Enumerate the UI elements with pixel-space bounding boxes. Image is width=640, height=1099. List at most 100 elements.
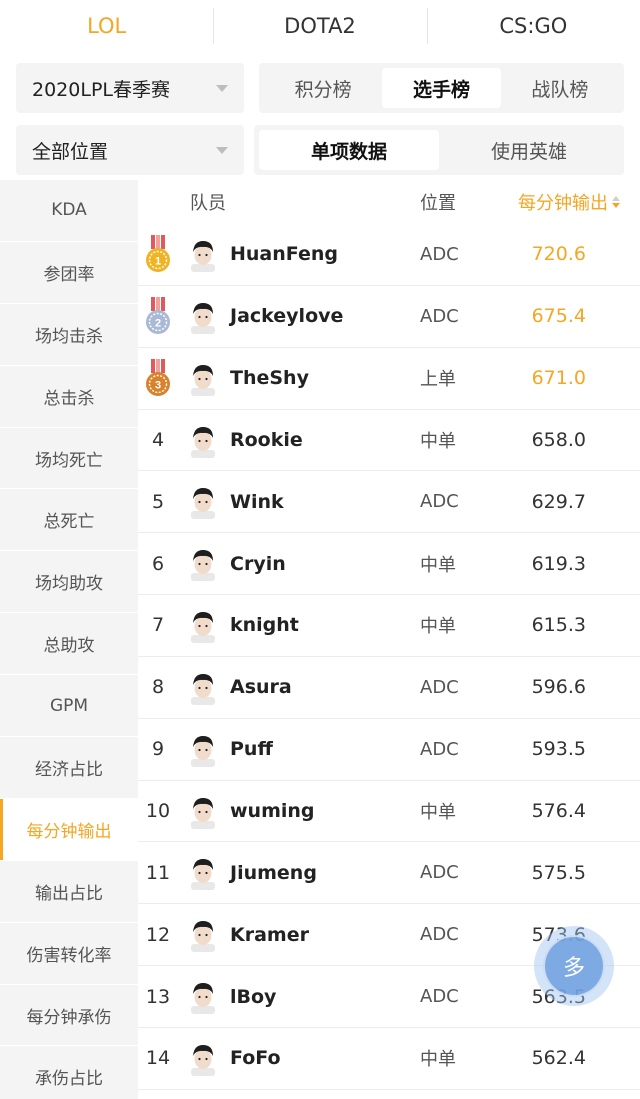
sort-icon: [612, 195, 620, 209]
damage-per-minute-value: 671.0: [531, 367, 586, 390]
tab-players[interactable]: 选手榜: [382, 68, 501, 108]
tab-teams[interactable]: 战队榜: [501, 68, 619, 108]
rank-number: 12: [145, 923, 171, 946]
damage-per-minute-value: 615.3: [531, 614, 586, 637]
side-menu-item[interactable]: 场均死亡: [0, 428, 138, 490]
rank-number: 9: [151, 738, 165, 761]
side-menu-item[interactable]: 每分钟承伤: [0, 985, 138, 1047]
more-floating-button-inner: 多: [543, 935, 605, 997]
side-menu-item[interactable]: GPM: [0, 675, 138, 738]
player-avatar: [188, 980, 218, 1015]
tab-csgo[interactable]: CS:GO: [426, 0, 640, 52]
side-menu-item[interactable]: 参团率: [0, 242, 138, 304]
svg-text:3: 3: [155, 379, 161, 391]
table-row[interactable]: 2 Jackeylove ADC 675.4: [138, 286, 640, 348]
side-menu-item[interactable]: 每分钟输出: [0, 798, 138, 861]
table-row[interactable]: 5 Wink ADC 629.7: [138, 471, 640, 534]
player-position: 中单: [420, 616, 456, 638]
table-row[interactable]: 14 FoFo 中单 562.4: [138, 1028, 640, 1090]
player-name: Puff: [230, 738, 273, 761]
player-position: ADC: [420, 243, 459, 265]
player-position: 中单: [420, 430, 456, 452]
header-player: 队员: [190, 193, 226, 214]
side-menu-item[interactable]: KDA: [0, 180, 138, 242]
player-avatar: [188, 918, 218, 953]
player-name: lBoy: [230, 985, 277, 1008]
player-avatar: [188, 733, 218, 767]
table-row[interactable]: 6 Cryin 中单 619.3: [138, 533, 640, 596]
bronze-medal-icon: 3: [144, 358, 172, 398]
player-name: knight: [230, 614, 299, 637]
player-position: ADC: [420, 676, 459, 698]
silver-medal-icon: 2: [144, 296, 172, 336]
damage-per-minute-value: 658.0: [531, 428, 586, 451]
more-floating-button[interactable]: 多: [534, 926, 614, 1006]
player-name: Jiumeng: [230, 861, 317, 884]
damage-per-minute-value: 629.7: [531, 490, 586, 513]
data-tabs: 单项数据 使用英雄: [254, 125, 624, 175]
rank-number: 13: [145, 985, 171, 1008]
player-avatar: [188, 485, 218, 520]
side-menu-item[interactable]: 总击杀: [0, 366, 138, 428]
player-position: ADC: [420, 862, 459, 884]
table-row[interactable]: 10 wuming 中单 576.4: [138, 781, 640, 843]
damage-per-minute-value: 562.4: [531, 1047, 586, 1070]
player-name: FoFo: [230, 1047, 281, 1070]
svg-text:1: 1: [155, 256, 161, 268]
tab-lol[interactable]: LOL: [0, 0, 213, 52]
player-avatar: [188, 300, 218, 334]
player-avatar: [188, 795, 218, 829]
player-position: 中单: [420, 802, 456, 824]
player-avatar: [188, 1042, 218, 1076]
rank-number: 7: [151, 614, 165, 637]
player-position: 中单: [420, 1049, 456, 1071]
rank-number: 14: [145, 1047, 171, 1070]
tab-single-stats[interactable]: 单项数据: [259, 130, 439, 170]
position-select-value: 全部位置: [32, 140, 109, 163]
damage-per-minute-value: 575.5: [531, 861, 586, 884]
table-row[interactable]: 11 Jiumeng ADC 575.5: [138, 842, 640, 905]
player-name: TheShy: [230, 367, 309, 390]
side-menu-item[interactable]: 总助攻: [0, 613, 138, 676]
tab-standings[interactable]: 积分榜: [264, 68, 382, 108]
damage-per-minute-value: 675.4: [531, 305, 586, 328]
season-select[interactable]: 2020LPL春季赛: [16, 63, 244, 113]
player-name: Asura: [230, 676, 292, 699]
player-position: ADC: [420, 738, 459, 760]
player-avatar: [188, 547, 218, 582]
player-position: 中单: [420, 554, 456, 576]
tab-dota2[interactable]: DOTA2: [213, 0, 426, 52]
chevron-down-icon: [216, 85, 228, 92]
side-menu-item[interactable]: 场均助攻: [0, 551, 138, 614]
table-row[interactable]: 9 Puff ADC 593.5: [138, 719, 640, 781]
header-metric-sort[interactable]: 每分钟输出: [518, 189, 620, 215]
player-avatar: [188, 609, 218, 644]
position-select[interactable]: 全部位置: [16, 125, 244, 175]
svg-text:2: 2: [155, 317, 161, 329]
damage-per-minute-value: 619.3: [531, 552, 586, 575]
table-row[interactable]: 7 knight 中单 615.3: [138, 595, 640, 657]
player-avatar: [188, 424, 218, 458]
table-row[interactable]: 3 TheShy 上单 671.0: [138, 348, 640, 410]
player-name: Jackeylove: [230, 305, 344, 328]
side-menu-item[interactable]: 总死亡: [0, 489, 138, 552]
side-menu-item[interactable]: 场均击杀: [0, 304, 138, 366]
damage-per-minute-value: 596.6: [531, 676, 586, 699]
side-menu-item[interactable]: 经济占比: [0, 737, 138, 799]
rank-number: 8: [151, 676, 165, 699]
tab-heroes-used[interactable]: 使用英雄: [439, 130, 619, 170]
damage-per-minute-value: 720.6: [531, 243, 586, 266]
player-position: ADC: [420, 924, 459, 946]
side-menu-item[interactable]: 承伤占比: [0, 1046, 138, 1099]
player-name: Wink: [230, 490, 284, 513]
player-avatar: [188, 362, 218, 396]
table-row[interactable]: 1 HuanFeng ADC 720.6: [138, 224, 640, 286]
player-position: 上单: [420, 369, 456, 391]
side-menu-item[interactable]: 输出占比: [0, 861, 138, 923]
rank-number: 4: [151, 428, 165, 451]
table-row[interactable]: 8 Asura ADC 596.6: [138, 657, 640, 719]
table-row[interactable]: 4 Rookie 中单 658.0: [138, 410, 640, 472]
rank-number: 10: [145, 800, 171, 823]
side-menu-item[interactable]: 伤害转化率: [0, 923, 138, 985]
player-position: ADC: [420, 491, 459, 513]
